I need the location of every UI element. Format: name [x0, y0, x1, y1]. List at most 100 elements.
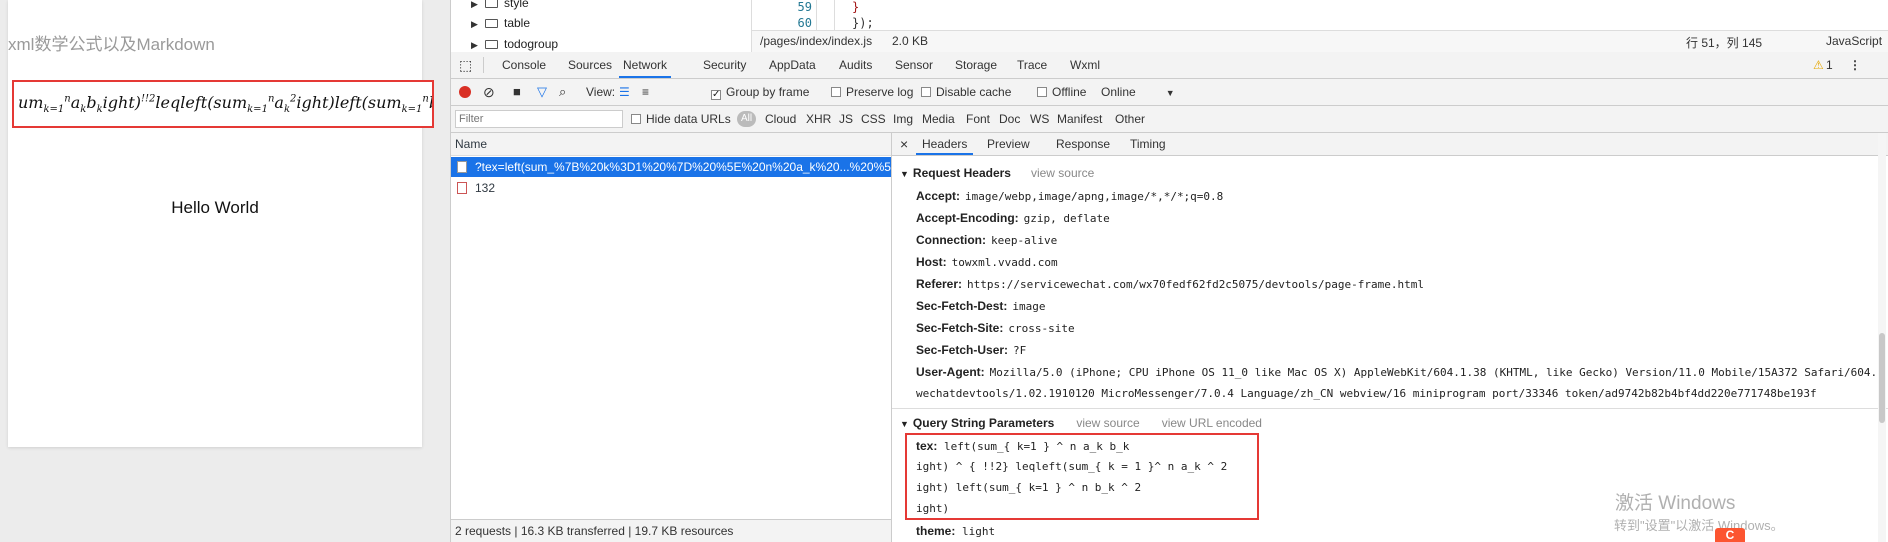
collapse-arrow-icon: ▼: [900, 419, 909, 429]
tab-sensor[interactable]: Sensor: [895, 52, 933, 78]
filter-font[interactable]: Font: [966, 106, 990, 132]
file-tree: ▶ style ▶ table ▶ todogroup: [451, 0, 752, 52]
tab-wxml[interactable]: Wxml: [1070, 52, 1100, 78]
header-row: Sec-Fetch-Site: cross-site: [916, 321, 1075, 335]
rendered-formula-highlight: umk=1nakbkight)!!2leqleft(sumk=1nak2ight…: [12, 80, 434, 128]
overview-icon[interactable]: ≡: [642, 79, 649, 105]
scrollbar[interactable]: [1878, 133, 1886, 542]
folder-icon: [485, 40, 498, 49]
large-rows-icon[interactable]: ☰: [619, 79, 630, 105]
request-row[interactable]: 132: [451, 178, 891, 198]
hello-text: Hello World: [171, 198, 259, 217]
request-list: Name ?tex=left(sum_%7B%20k%3D1%20%7D%20%…: [451, 133, 892, 542]
filter-js[interactable]: JS: [839, 106, 853, 132]
editor-status-bar: /pages/index/index.js 2.0 KB 行 51，列 145 …: [752, 30, 1888, 54]
header-row: Host: towxml.vvadd.com: [916, 255, 1058, 269]
header-row: User-Agent: Mozilla/5.0 (iPhone; CPU iPho…: [916, 365, 1884, 379]
tree-item-style[interactable]: ▶ style: [471, 0, 529, 12]
tab-preview[interactable]: Preview: [987, 133, 1030, 155]
filter-all[interactable]: All: [737, 111, 757, 127]
name-column-header[interactable]: Name: [455, 137, 487, 151]
collapse-arrow-icon: ▼: [900, 169, 909, 179]
tab-response[interactable]: Response: [1056, 133, 1110, 155]
scrollbar-thumb[interactable]: [1879, 333, 1885, 423]
tab-headers[interactable]: Headers: [916, 133, 974, 155]
code-editor[interactable]: 59 } 60 });: [752, 0, 1888, 30]
folder-icon: [485, 0, 498, 8]
view-source-link[interactable]: view source: [1031, 166, 1094, 180]
gutter-divider: [816, 0, 817, 30]
filter-bar: Hide data URLs All Cloud XHR JS CSS Img …: [451, 106, 1888, 133]
filter-ws[interactable]: WS: [1030, 106, 1049, 132]
view-source-link[interactable]: view source: [1076, 416, 1139, 430]
activation-watermark: 激活 Windows: [1615, 493, 1736, 514]
request-headers-section[interactable]: ▼ Request Headers view source: [900, 166, 1094, 180]
tree-item-table[interactable]: ▶ table: [471, 14, 530, 32]
request-row[interactable]: ?tex=left(sum_%7B%20k%3D1%20%7D%20%5E%20…: [451, 157, 891, 177]
search-icon[interactable]: ⌕: [559, 79, 566, 105]
request-summary: 2 requests | 16.3 KB transferred | 19.7 …: [451, 519, 891, 542]
filter-media[interactable]: Media: [922, 106, 955, 132]
throttle-select[interactable]: Online ▼: [1101, 79, 1175, 105]
group-by-frame-checkbox[interactable]: Group by frame: [711, 79, 809, 105]
tab-trace[interactable]: Trace: [1017, 52, 1047, 78]
tree-item-todogroup[interactable]: ▶ todogroup: [471, 35, 558, 52]
filter-input[interactable]: [455, 110, 623, 128]
header-row: Referer: https://servicewechat.com/wx70fe…: [916, 277, 1424, 291]
expand-arrow-icon[interactable]: ▶: [471, 15, 481, 33]
close-icon[interactable]: ×: [900, 133, 908, 155]
tab-network[interactable]: Network: [619, 52, 672, 78]
more-menu-icon[interactable]: ⋮: [1849, 52, 1861, 78]
filter-doc[interactable]: Doc: [999, 106, 1020, 132]
expand-arrow-icon[interactable]: ▶: [471, 36, 481, 52]
filter-manifest[interactable]: Manifest: [1057, 106, 1102, 132]
folder-icon: [485, 19, 498, 28]
line-number: 60: [797, 16, 812, 30]
record-icon[interactable]: [459, 79, 471, 105]
phone-screen: xml数学公式以及Markdown umk=1nakbkight)!!2leql…: [8, 0, 434, 447]
header-row-continuation: wechatdevtools/1.02.1910120 MicroMesseng…: [916, 387, 1817, 400]
query-params-section[interactable]: ▼ Query String Parameters view source view …: [900, 416, 1262, 430]
divider: [483, 57, 484, 73]
tab-appdata[interactable]: AppData: [769, 52, 816, 78]
code-line: });: [852, 16, 874, 30]
warning-count[interactable]: 1: [1826, 52, 1833, 78]
file-icon: [457, 161, 467, 173]
language-mode[interactable]: JavaScript: [1826, 34, 1882, 48]
view-url-encoded-link[interactable]: view URL encoded: [1162, 416, 1262, 430]
filter-xhr[interactable]: XHR: [806, 106, 831, 132]
offline-checkbox[interactable]: Offline: [1037, 79, 1086, 105]
tab-console[interactable]: Console: [502, 52, 546, 78]
tab-security[interactable]: Security: [703, 52, 746, 78]
tex-param-highlight: [905, 433, 1259, 520]
file-size: 2.0 KB: [892, 34, 929, 48]
clear-icon[interactable]: ⊘: [483, 79, 495, 105]
activation-watermark-sub: 转到"设置"以激活 Windows。: [1614, 518, 1784, 533]
detail-tabbar: × Headers Preview Response Timing: [892, 133, 1888, 156]
hide-data-urls-checkbox[interactable]: Hide data URLs: [631, 106, 731, 132]
tab-timing[interactable]: Timing: [1130, 133, 1166, 155]
filter-img[interactable]: Img: [893, 106, 913, 132]
header-row: Accept: image/webp,image/apng,image/*,*/*…: [916, 189, 1224, 203]
screenshot-icon[interactable]: ■: [513, 79, 521, 105]
request-name: ?tex=left(sum_%7B%20k%3D1%20%7D%20%5E%20…: [475, 160, 891, 174]
csdn-logo-icon: C: [1715, 528, 1745, 542]
tab-audits[interactable]: Audits: [839, 52, 872, 78]
warning-icon[interactable]: ⚠: [1813, 52, 1824, 78]
preserve-log-checkbox[interactable]: Preserve log: [831, 79, 913, 105]
request-detail: × Headers Preview Response Timing ▼ Reque…: [892, 133, 1888, 542]
devtools-panel: ▶ style ▶ table ▶ todogroup 59 } 60 }); /pa…: [450, 0, 1888, 542]
chevron-down-icon: ▼: [1165, 88, 1175, 98]
cursor-position[interactable]: 行 51，列 145: [1686, 34, 1762, 51]
tab-sources[interactable]: Sources: [568, 52, 612, 78]
filter-other[interactable]: Other: [1115, 106, 1145, 132]
simulator-panel: xml数学公式以及Markdown umk=1nakbkight)!!2leql…: [0, 0, 450, 542]
filter-cloud[interactable]: Cloud: [765, 106, 796, 132]
expand-arrow-icon[interactable]: ▶: [471, 0, 481, 13]
request-list-header[interactable]: Name: [451, 133, 891, 156]
inspect-icon[interactable]: ⬚: [459, 52, 472, 78]
filter-icon[interactable]: ▽: [537, 79, 547, 105]
disable-cache-checkbox[interactable]: Disable cache: [921, 79, 1011, 105]
filter-css[interactable]: CSS: [861, 106, 886, 132]
tab-storage[interactable]: Storage: [955, 52, 997, 78]
